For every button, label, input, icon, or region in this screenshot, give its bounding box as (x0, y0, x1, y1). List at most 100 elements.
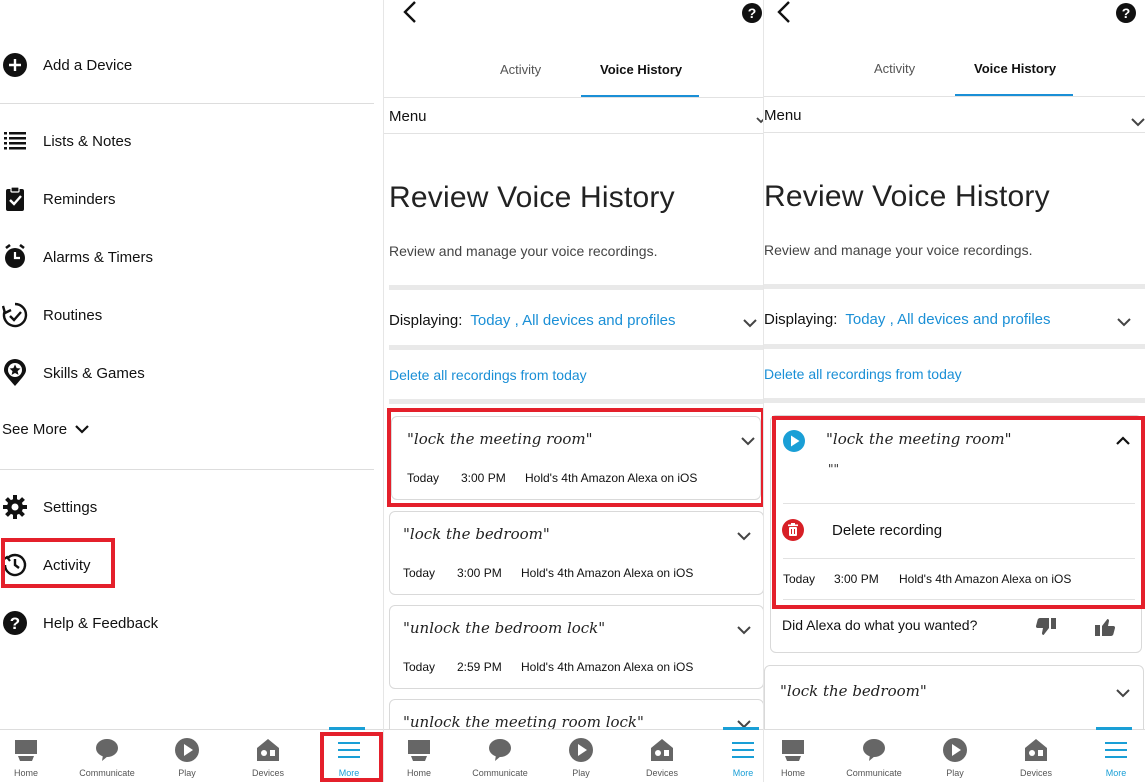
alarm-clock-icon (1, 243, 29, 271)
menu-item-routines[interactable]: Routines (0, 293, 374, 337)
nav-home[interactable]: Home (384, 730, 454, 782)
menu-dropdown-label[interactable]: Menu (764, 107, 802, 124)
recording-card[interactable]: "lock the bedroom" Today 3:00 PM Hold's … (389, 511, 763, 595)
nav-devices[interactable]: Devices (1001, 730, 1071, 782)
back-chevron-icon[interactable] (402, 0, 418, 33)
divider (389, 345, 763, 350)
displaying-label: Displaying: (389, 312, 463, 329)
menu-item-label: Lists & Notes (43, 132, 132, 150)
nav-more[interactable]: More (1081, 727, 1145, 782)
bottom-nav: Home Communicate Play Devices More (764, 727, 1145, 782)
divider (384, 97, 763, 98)
menu-dropdown-label[interactable]: Menu (389, 108, 427, 125)
chevron-down-icon[interactable] (737, 622, 751, 638)
menu-item-settings[interactable]: Settings (0, 485, 374, 529)
menu-lines-icon (1104, 736, 1128, 764)
nav-play-label: Play (572, 768, 590, 778)
divider (0, 469, 374, 470)
voice-history-panel: ? Activity Voice History Menu Review Voi… (383, 0, 763, 782)
nav-communicate[interactable]: Communicate (465, 730, 535, 782)
nav-communicate-label: Communicate (472, 768, 528, 778)
chevron-down-icon[interactable] (756, 110, 763, 127)
help-circle-icon: ? (1, 609, 29, 637)
divider (389, 399, 763, 404)
displaying-value[interactable]: Today , All devices and profiles (470, 312, 675, 329)
devices-house-icon (1024, 736, 1048, 764)
menu-item-lists-notes[interactable]: Lists & Notes (0, 119, 374, 163)
nav-home[interactable]: Home (0, 730, 61, 782)
chevron-down-icon[interactable] (1116, 685, 1130, 701)
menu-item-label: Routines (43, 306, 103, 324)
tab-activity[interactable]: Activity (500, 62, 541, 77)
see-more-label: See More (2, 421, 68, 438)
nav-play-label: Play (178, 768, 196, 778)
displaying-filter[interactable]: Displaying: Today , All devices and profi… (764, 311, 1051, 328)
recording-day: Today (403, 566, 436, 580)
displaying-label: Displaying: (764, 311, 838, 328)
chevron-down-icon[interactable] (743, 315, 757, 331)
displaying-value[interactable]: Today , All devices and profiles (845, 311, 1050, 328)
highlight-box (387, 408, 763, 507)
play-icon (174, 736, 200, 764)
recording-time: 3:00 PM (457, 566, 502, 580)
tab-voice-history[interactable]: Voice History (974, 61, 1056, 76)
nav-devices[interactable]: Devices (627, 730, 697, 782)
thumbs-up-icon[interactable] (1094, 616, 1116, 643)
recording-quote: "lock the bedroom" (780, 682, 927, 700)
nav-play[interactable]: Play (920, 730, 990, 782)
thumbs-down-icon[interactable] (1035, 616, 1057, 643)
nav-devices[interactable]: Devices (233, 730, 303, 782)
divider (389, 285, 763, 290)
menu-item-label: Settings (43, 498, 98, 516)
divider (384, 133, 763, 134)
menu-item-reminders[interactable]: Reminders (0, 177, 374, 221)
nav-more-label: More (732, 768, 754, 778)
tab-activity[interactable]: Activity (874, 61, 915, 76)
nav-more[interactable]: More (708, 727, 763, 782)
nav-home[interactable]: Home (764, 730, 828, 782)
play-icon (568, 736, 594, 764)
plus-circle-icon (1, 51, 29, 79)
recording-device: Hold's 4th Amazon Alexa on iOS (521, 660, 694, 674)
displaying-filter[interactable]: Displaying: Today , All devices and profi… (389, 312, 676, 329)
page-title: Review Voice History (389, 181, 675, 214)
recording-device: Hold's 4th Amazon Alexa on iOS (521, 566, 694, 580)
speech-bubble-icon (95, 736, 119, 764)
nav-play[interactable]: Play (152, 730, 222, 782)
tab-voice-history[interactable]: Voice History (600, 62, 682, 77)
routine-icon (1, 301, 29, 329)
recording-quote: "unlock the bedroom lock" (403, 619, 606, 637)
menu-item-alarms-timers[interactable]: Alarms & Timers (0, 235, 374, 279)
nav-play[interactable]: Play (546, 730, 616, 782)
delete-all-link[interactable]: Delete all recordings from today (764, 366, 962, 382)
nav-devices-label: Devices (1019, 768, 1052, 778)
delete-all-link[interactable]: Delete all recordings from today (389, 367, 587, 383)
help-icon[interactable]: ? (742, 3, 762, 23)
list-icon (1, 127, 29, 155)
see-more-button[interactable]: See More (2, 421, 89, 438)
devices-house-icon (256, 736, 280, 764)
menu-lines-icon (731, 736, 755, 764)
more-menu-panel: Add a Device Lists & Notes Reminders Ala… (0, 0, 383, 782)
chevron-down-icon[interactable] (1131, 114, 1145, 130)
recording-card[interactable]: "unlock the bedroom lock" Today 2:59 PM … (389, 605, 763, 689)
nav-communicate[interactable]: Communicate (72, 730, 142, 782)
home-icon (407, 736, 431, 764)
menu-item-add-device[interactable]: Add a Device (0, 43, 374, 87)
skills-pin-icon (1, 359, 29, 387)
highlight-box (320, 732, 383, 782)
highlight-box (1, 538, 115, 588)
nav-communicate-label: Communicate (79, 768, 135, 778)
feedback-question: Did Alexa do what you wanted? (782, 617, 978, 633)
home-icon (14, 736, 38, 764)
menu-item-label: Help & Feedback (43, 614, 159, 632)
page-title: Review Voice History (764, 180, 1050, 213)
nav-communicate[interactable]: Communicate (839, 730, 909, 782)
back-chevron-icon[interactable] (776, 0, 792, 33)
chevron-down-icon[interactable] (1117, 314, 1131, 330)
nav-more-label: More (1105, 768, 1127, 778)
chevron-down-icon[interactable] (737, 528, 751, 544)
help-icon[interactable]: ? (1116, 3, 1136, 23)
menu-item-skills-games[interactable]: Skills & Games (0, 351, 374, 395)
menu-item-help-feedback[interactable]: ? Help & Feedback (0, 601, 374, 645)
